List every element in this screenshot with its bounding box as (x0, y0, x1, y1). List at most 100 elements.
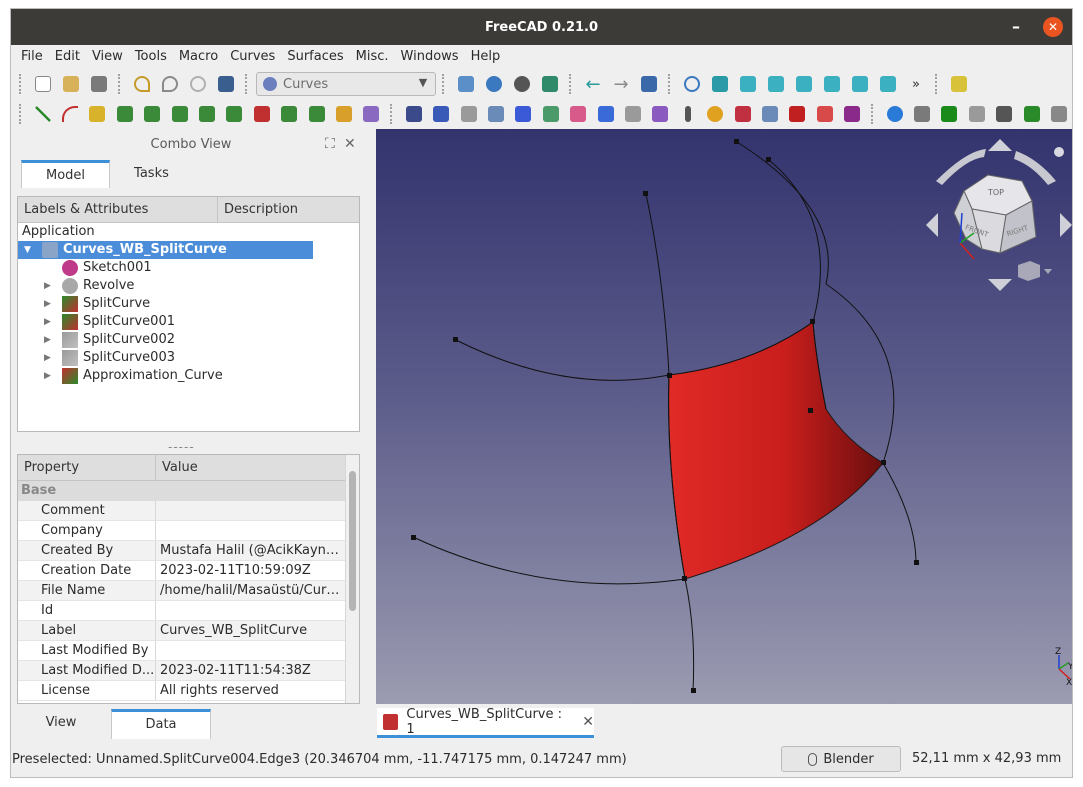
toolbar-grip[interactable] (19, 74, 25, 94)
chevron-right-icon[interactable]: ▶ (44, 313, 51, 331)
close-button[interactable]: ✕ (1043, 17, 1063, 37)
stairs-tool-icon[interactable] (1046, 102, 1071, 126)
rear-view-icon[interactable] (819, 72, 845, 96)
tab-model[interactable]: Model (21, 160, 111, 188)
tree-item-splitcurve002[interactable]: ▶ SplitCurve002 (18, 331, 359, 349)
curve-tool-icon[interactable] (331, 102, 356, 126)
curve-vertex[interactable] (808, 408, 813, 413)
surface-tool-icon[interactable] (538, 102, 563, 126)
toolbar-grip[interactable] (118, 74, 124, 94)
surface-tool-icon[interactable] (703, 102, 728, 126)
surface-tool-icon[interactable] (840, 102, 865, 126)
surface-tool-icon[interactable] (456, 102, 481, 126)
tree-item-revolve[interactable]: ▶ Revolve (18, 277, 359, 295)
property-row[interactable]: Id (18, 601, 359, 621)
forward-arrow-icon[interactable]: → (608, 72, 634, 96)
toolbar-grip[interactable] (569, 74, 575, 94)
surface-tool-icon[interactable] (511, 102, 536, 126)
cube-tool-icon[interactable] (909, 102, 934, 126)
3d-viewport[interactable]: TOP FRONT RIGHT Z Y X (376, 129, 1072, 704)
surface-tool-icon[interactable] (648, 102, 673, 126)
document-tab[interactable]: Curves_WB_SplitCurve : 1 ✕ (377, 707, 594, 738)
info-icon[interactable] (882, 102, 907, 126)
open-document-icon[interactable] (58, 72, 84, 96)
nav-left-arrow-icon[interactable] (926, 213, 938, 237)
navigation-style-button[interactable]: Blender (781, 746, 901, 772)
chevron-down-icon[interactable] (1044, 269, 1052, 274)
isometric-view-icon[interactable] (707, 72, 733, 96)
sync-view-icon[interactable] (636, 72, 662, 96)
front-view-icon[interactable] (735, 72, 761, 96)
rotate-right-arrow-icon[interactable] (1014, 151, 1056, 185)
menu-windows[interactable]: Windows (395, 45, 465, 69)
curve-tool-icon[interactable] (140, 102, 165, 126)
curve-vertex[interactable] (691, 688, 696, 693)
bottom-view-icon[interactable] (847, 72, 873, 96)
minimize-button[interactable]: – (1006, 17, 1026, 37)
surface-tool-icon[interactable] (730, 102, 755, 126)
property-row[interactable]: Last Modified D... 2023-02-11T11:54:38Z (18, 661, 359, 681)
split-surface[interactable] (668, 321, 884, 580)
chevron-right-icon[interactable]: ▶ (44, 367, 51, 385)
menu-surfaces[interactable]: Surfaces (281, 45, 349, 69)
curve-edge[interactable] (455, 339, 670, 381)
chevron-right-icon[interactable]: ▶ (44, 331, 51, 349)
menu-tools[interactable]: Tools (129, 45, 173, 69)
property-column-name[interactable]: Property (18, 455, 156, 480)
chevron-right-icon[interactable]: ▶ (44, 349, 51, 367)
tree-item-splitcurve001[interactable]: ▶ SplitCurve001 (18, 313, 359, 331)
curve-tool-icon[interactable] (194, 102, 219, 126)
navigation-cube[interactable]: TOP FRONT RIGHT (926, 139, 1072, 291)
bounding-box-icon[interactable] (537, 72, 563, 96)
nav-down-arrow-icon[interactable] (988, 279, 1012, 291)
toolbar-grip[interactable] (935, 74, 941, 94)
property-row[interactable]: Creation Date 2023-02-11T10:59:09Z (18, 561, 359, 581)
grid-tool-icon[interactable] (1019, 102, 1044, 126)
draw-style-icon[interactable] (509, 72, 535, 96)
zoom-icon[interactable] (679, 72, 705, 96)
surface-tool-icon[interactable] (757, 102, 782, 126)
curve-tool-icon[interactable] (167, 102, 192, 126)
green-cube-icon[interactable] (937, 102, 962, 126)
close-panel-icon[interactable]: ✕ (344, 136, 356, 152)
arc-tool-icon[interactable] (57, 102, 82, 126)
tree-column-labels[interactable]: Labels & Attributes (18, 197, 218, 222)
curve-tool-icon[interactable] (222, 102, 247, 126)
curve-edge[interactable] (645, 193, 670, 376)
menu-macro[interactable]: Macro (173, 45, 224, 69)
nav-right-arrow-icon[interactable] (1060, 213, 1072, 237)
nav-up-arrow-icon[interactable] (988, 139, 1012, 151)
curve-edge[interactable] (412, 536, 686, 585)
top-view-icon[interactable] (763, 72, 789, 96)
chevron-down-icon[interactable]: ▼ (24, 241, 31, 259)
surface-tool-icon[interactable] (566, 102, 591, 126)
curve-vertex[interactable] (914, 560, 919, 565)
toolbar-grip[interactable] (442, 74, 448, 94)
property-column-value[interactable]: Value (156, 455, 346, 480)
toolbar-grip[interactable] (668, 74, 674, 94)
curve-vertex[interactable] (682, 576, 687, 581)
file-tool-icon[interactable] (964, 102, 989, 126)
curve-vertex[interactable] (734, 139, 739, 144)
property-row[interactable]: License All rights reserved (18, 681, 359, 701)
surface-tool-icon[interactable] (620, 102, 645, 126)
property-row[interactable]: Comment (18, 501, 359, 521)
surface-tool-icon[interactable] (593, 102, 618, 126)
fit-all-icon[interactable] (453, 72, 479, 96)
property-row[interactable]: Label Curves_WB_SplitCurve (18, 621, 359, 641)
toolbar-grip[interactable] (19, 104, 25, 124)
menu-curves[interactable]: Curves (224, 45, 281, 69)
scrollbar-thumb[interactable] (349, 471, 356, 611)
close-tab-icon[interactable]: ✕ (582, 714, 594, 730)
tree-item-approximation[interactable]: ▶ Approximation_Curve (18, 367, 359, 385)
tab-data[interactable]: Data (111, 709, 211, 739)
curve-vertex[interactable] (667, 373, 672, 378)
chevron-right-icon[interactable]: ▶ (44, 277, 51, 295)
view-menu-cube-icon[interactable] (1018, 261, 1040, 281)
part-icon[interactable] (946, 72, 972, 96)
surface-tool-icon[interactable] (483, 102, 508, 126)
property-row[interactable]: File Name/home/halil/Masaüstü/Curve... (18, 581, 359, 601)
curve-edge[interactable] (882, 462, 917, 564)
curve-edge[interactable] (768, 159, 821, 323)
tree-item-splitcurve003[interactable]: ▶ SplitCurve003 (18, 349, 359, 367)
